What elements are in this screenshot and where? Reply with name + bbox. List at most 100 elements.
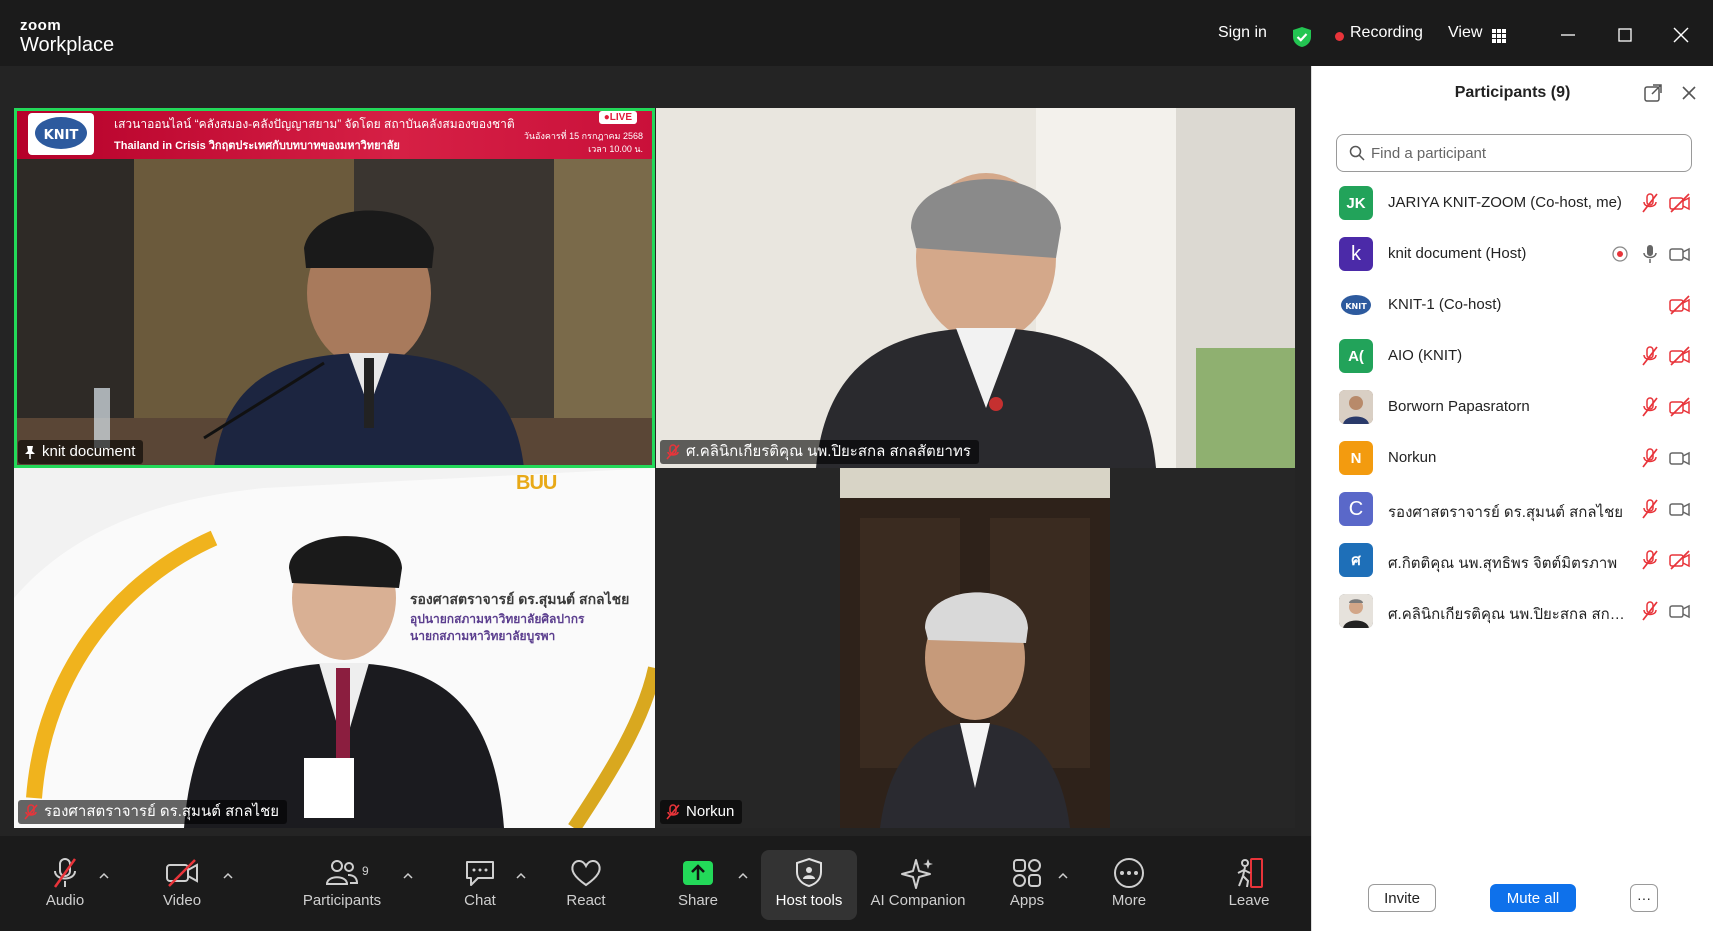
participant-row[interactable]: k knit document (Host): [1312, 229, 1713, 280]
ai-companion-label: AI Companion: [870, 892, 966, 909]
knit-avatar-text: KNIT: [1345, 302, 1367, 311]
camera-off-icon[interactable]: [1669, 345, 1691, 367]
participant-row[interactable]: KNIT KNIT-1 (Co-host): [1312, 280, 1713, 331]
host-shield-icon: [796, 857, 822, 888]
camera-off-icon[interactable]: [1669, 396, 1691, 418]
participant-row[interactable]: ศ ศ.กิตติคุณ นพ.สุทธิพร จิตต์มิตรภาพ: [1312, 535, 1713, 586]
participant-name: Borworn Papasratorn: [1388, 398, 1530, 415]
share-options-chevron-icon[interactable]: [737, 871, 749, 881]
minimize-icon[interactable]: [1553, 20, 1583, 50]
close-icon[interactable]: [1666, 20, 1696, 50]
leave-door-icon: [1237, 858, 1263, 888]
camera-on-icon[interactable]: [1669, 600, 1691, 622]
panel-close-icon[interactable]: [1679, 83, 1699, 103]
participant-nametag: knit document: [18, 440, 144, 464]
participant-name: ศ.คลินิกเกียรติคุณ นพ.ปิยะสกล สกลส...: [1388, 606, 1633, 623]
mic-on-icon[interactable]: [1639, 243, 1661, 265]
host-tools-label: Host tools: [775, 892, 843, 909]
video-tile-sumon[interactable]: รองศาสตราจารย์ ดร.สุมนต์ สกลไชย อุปนายกส…: [14, 468, 655, 828]
participant-row[interactable]: Borworn Papasratorn: [1312, 382, 1713, 433]
knit-logo: KNIT: [28, 113, 94, 155]
participant-name: Norkun: [1388, 449, 1437, 466]
participant-video-frame: [14, 468, 655, 828]
participant-row[interactable]: C รองศาสตราจารย์ ดร.สุมนต์ สกลไชย: [1312, 484, 1713, 535]
share-screen-icon: [683, 861, 713, 885]
search-input[interactable]: [1371, 144, 1671, 162]
participant-name: KNIT-1 (Co-host): [1388, 296, 1502, 313]
video-gallery: KNIT เสวนาออนไลน์ “คลังสมอง-คลังปัญญาสยา…: [0, 66, 1311, 836]
participant-row[interactable]: A( AIO (KNIT): [1312, 331, 1713, 382]
react-button[interactable]: React: [538, 850, 634, 920]
grid-view-icon[interactable]: [1492, 29, 1506, 43]
camera-off-icon[interactable]: [1669, 549, 1691, 571]
panel-more-button[interactable]: ···: [1630, 884, 1658, 912]
avatar: k: [1339, 237, 1373, 271]
avatar: C: [1339, 492, 1373, 526]
view-button[interactable]: View: [1448, 24, 1482, 42]
participants-button[interactable]: Participants: [294, 850, 390, 920]
chat-options-chevron-icon[interactable]: [515, 871, 527, 881]
sign-in-button[interactable]: Sign in: [1218, 24, 1267, 42]
share-button[interactable]: Share: [650, 850, 746, 920]
participants-icon: [325, 860, 359, 885]
mute-all-button[interactable]: Mute all: [1490, 884, 1576, 912]
camera-on-icon[interactable]: [1669, 447, 1691, 469]
camera-off-icon[interactable]: [1669, 192, 1691, 214]
mic-muted-icon[interactable]: [1639, 192, 1661, 214]
pin-icon: [25, 446, 35, 459]
video-tile-norkun[interactable]: Norkun: [656, 468, 1295, 828]
video-button[interactable]: Video: [134, 850, 230, 920]
apps-options-chevron-icon[interactable]: [1057, 871, 1069, 881]
participant-row[interactable]: JK JARIYA KNIT-ZOOM (Co-host, me): [1312, 178, 1713, 229]
camera-on-icon[interactable]: [1669, 243, 1691, 265]
participant-row[interactable]: ศ.คลินิกเกียรติคุณ นพ.ปิยะสกล สกลส...: [1312, 586, 1713, 637]
react-label: React: [566, 892, 606, 909]
audio-button[interactable]: Audio: [17, 850, 113, 920]
mic-muted-icon[interactable]: [1639, 396, 1661, 418]
participant-row[interactable]: N Norkun: [1312, 433, 1713, 484]
mic-muted-icon[interactable]: [1639, 447, 1661, 469]
mic-muted-icon[interactable]: [1639, 549, 1661, 571]
nametag-text: รองศาสตราจารย์ ดร.สุมนต์ สกลไชย: [44, 803, 280, 820]
avatar: A(: [1339, 339, 1373, 373]
event-banner: KNIT เสวนาออนไลน์ “คลังสมอง-คลังปัญญาสยา…: [14, 108, 655, 159]
video-tile-knit-document[interactable]: KNIT เสวนาออนไลน์ “คลังสมอง-คลังปัญญาสยา…: [14, 108, 655, 468]
host-tools-button[interactable]: Host tools: [761, 850, 857, 920]
participant-name: knit document (Host): [1388, 245, 1527, 262]
participant-search[interactable]: [1336, 134, 1692, 172]
participants-count-badge: 9: [362, 864, 369, 878]
participant-name: รองศาสตราจารย์ ดร.สุมนต์ สกลไชย: [1388, 504, 1624, 521]
participants-label: Participants: [302, 892, 382, 909]
mic-muted-icon[interactable]: [1639, 345, 1661, 367]
app-logo: zoom Workplace: [20, 18, 114, 55]
heart-icon: [571, 860, 601, 887]
mic-muted-icon[interactable]: [1639, 498, 1661, 520]
panel-footer: Invite Mute all ···: [1312, 869, 1713, 931]
nametag-text: ศ.คลินิกเกียรติคุณ นพ.ปิยะสกล สกลสัตยาทร: [686, 443, 971, 460]
video-options-chevron-icon[interactable]: [222, 871, 234, 881]
search-icon: [1349, 145, 1365, 161]
chat-button[interactable]: Chat: [432, 850, 528, 920]
lower-third-name: รองศาสตราจารย์ ดร.สุมนต์ สกลไชย: [410, 591, 630, 607]
recording-indicator[interactable]: Recording: [1350, 24, 1423, 42]
mic-muted-icon[interactable]: [1639, 600, 1661, 622]
pop-out-icon[interactable]: [1643, 83, 1663, 103]
more-button[interactable]: More: [1081, 850, 1177, 920]
banner-subtitle: Thailand in Crisis วิกฤตประเทศกับบทบาทขอ…: [114, 140, 400, 152]
ai-companion-button[interactable]: AI Companion: [864, 850, 972, 920]
video-tile-piyasakol[interactable]: ศ.คลินิกเกียรติคุณ นพ.ปิยะสกล สกลสัตยาทร: [656, 108, 1295, 468]
apps-button[interactable]: Apps: [979, 850, 1075, 920]
camera-off-icon[interactable]: [1669, 294, 1691, 316]
banner-title: เสวนาออนไลน์ “คลังสมอง-คลังปัญญาสยาม” จั…: [114, 117, 515, 131]
camera-on-icon[interactable]: [1669, 498, 1691, 520]
maximize-icon[interactable]: [1610, 20, 1640, 50]
security-shield-icon[interactable]: [1292, 26, 1312, 48]
audio-options-chevron-icon[interactable]: [98, 871, 110, 881]
leave-button[interactable]: Leave: [1201, 850, 1297, 920]
chat-icon: [466, 861, 494, 886]
participant-video-frame: [656, 108, 1295, 468]
mic-muted-icon: [666, 444, 680, 460]
invite-button[interactable]: Invite: [1368, 884, 1436, 912]
buu-logo: BUU: [516, 472, 557, 494]
participants-options-chevron-icon[interactable]: [402, 871, 414, 881]
